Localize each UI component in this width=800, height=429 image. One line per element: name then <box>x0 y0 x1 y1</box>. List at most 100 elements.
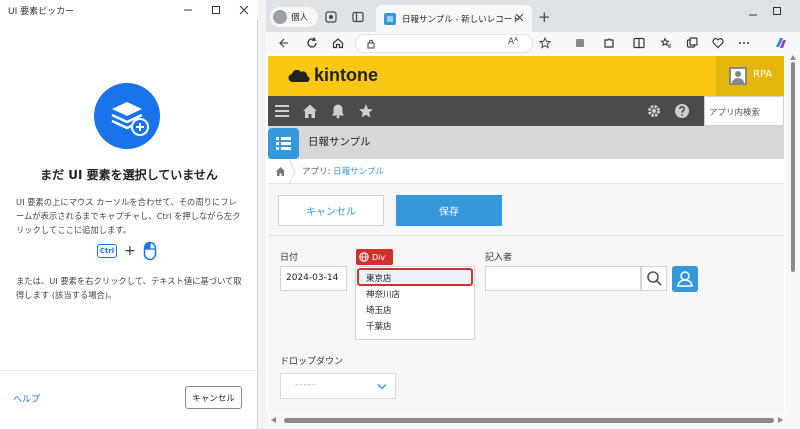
store-option-kanagawa[interactable]: 神奈川店 <box>366 288 400 300</box>
favorites-icon[interactable] <box>660 37 672 49</box>
scroll-left-icon[interactable] <box>271 417 276 423</box>
kintone-tab-favicon <box>384 12 396 25</box>
picker-titlebar: UI 要素ピッカー <box>0 0 258 20</box>
refresh-icon[interactable] <box>306 37 318 49</box>
dropdown-label: ドロップダウン <box>280 357 344 367</box>
minimize-button[interactable] <box>174 0 202 20</box>
user-avatar-icon <box>729 67 747 85</box>
picker-description: UI 要素の上にマウス カーソルを合わせて、その周りにフレームが表示されるまでキ… <box>16 197 241 235</box>
breadcrumb-prefix: アプリ: <box>302 167 334 177</box>
favorite-star-icon[interactable] <box>539 37 551 49</box>
chevron-down-icon <box>377 384 387 390</box>
ui-element-picker-window: UI 要素ピッカー まだ UI 要素を選択していません UI 要素の上にマウス … <box>0 0 258 429</box>
workspaces-icon[interactable] <box>325 11 337 23</box>
copilot-icon[interactable] <box>774 36 788 50</box>
menu-icon[interactable] <box>274 103 290 119</box>
kintone-nav-bar: アプリ内検索 <box>268 96 784 126</box>
record-action-bar: キャンセル 保存 <box>268 184 784 236</box>
picker-cancel-button[interactable]: キャンセル <box>185 386 242 409</box>
home-icon[interactable] <box>302 103 318 119</box>
kintone-page: kintone RPA アプリ内検索 日報サンプル アプリ: 日報サンプル キャ… <box>266 54 786 411</box>
profile-button[interactable]: 個人 <box>270 7 318 27</box>
browser-essentials-icon[interactable] <box>712 37 724 49</box>
tab-active[interactable]: 日報サンプル - 新しいレコード <box>376 5 532 32</box>
favorite-star-icon[interactable] <box>358 103 374 119</box>
user-name: RPA <box>753 69 773 80</box>
tab-close-icon[interactable] <box>515 13 524 22</box>
author-input[interactable] <box>485 266 641 291</box>
new-tab-button[interactable]: + <box>538 8 551 26</box>
app-list-icon[interactable] <box>268 128 299 159</box>
dropdown-select[interactable]: ----- <box>280 373 396 399</box>
site-info-icon[interactable] <box>366 39 376 49</box>
maximize-button[interactable] <box>202 0 230 20</box>
kintone-logo-text: kintone <box>314 65 379 85</box>
kintone-cloud-icon <box>288 69 310 82</box>
back-icon[interactable] <box>278 37 290 49</box>
help-link[interactable]: ヘルプ <box>13 392 40 405</box>
horizontal-scrollbar[interactable] <box>266 411 800 429</box>
record-cancel-button[interactable]: キャンセル <box>278 195 384 226</box>
app-title-bar: 日報サンプル <box>268 126 784 159</box>
user-menu[interactable]: RPA <box>716 56 784 96</box>
split-screen-icon[interactable] <box>633 37 645 49</box>
kintone-logo[interactable]: kintone <box>288 65 378 86</box>
date-field[interactable]: 2024-03-14 <box>280 266 347 291</box>
scroll-up-icon[interactable] <box>790 55 796 60</box>
breadcrumb-separator <box>288 159 296 184</box>
dropdown-value: ----- <box>295 380 317 390</box>
home-icon[interactable] <box>332 37 344 49</box>
author-label: 記入者 <box>485 253 513 263</box>
date-label: 日付 <box>280 253 299 263</box>
minimize-icon[interactable] <box>748 10 758 20</box>
store-option-saitama[interactable]: 埼玉店 <box>366 304 392 316</box>
footer-divider <box>0 370 258 371</box>
breadcrumb-home-icon[interactable] <box>275 166 286 177</box>
read-aloud-icon[interactable]: Aᴬ <box>508 37 518 47</box>
user-picker-button[interactable] <box>672 266 698 292</box>
extension-icon[interactable] <box>575 38 585 48</box>
collections-icon[interactable] <box>686 37 698 49</box>
tab-strip: 個人 日報サンプル - 新しいレコード + <box>266 0 800 32</box>
horizontal-scroll-thumb[interactable] <box>284 418 774 423</box>
mouse-left-click-icon <box>143 241 156 261</box>
element-hover-badge: Div <box>356 249 393 265</box>
tab-actions-icon[interactable] <box>352 11 364 23</box>
browser-toolbar: Aᴬ <box>266 32 800 54</box>
close-icon <box>239 5 249 15</box>
kintone-header: kintone RPA <box>268 56 784 96</box>
close-button[interactable] <box>230 0 258 20</box>
store-option-tokyo[interactable]: 東京店 <box>366 272 392 284</box>
help-icon[interactable] <box>674 103 690 119</box>
shortcut-hint: Ctrl + <box>97 241 157 261</box>
vertical-scrollbar[interactable] <box>786 54 800 411</box>
maximize-icon <box>212 6 220 14</box>
picker-heading: まだ UI 要素を選択していません <box>40 168 218 182</box>
app-search-input[interactable]: アプリ内検索 <box>704 96 784 126</box>
breadcrumb: アプリ: 日報サンプル <box>268 159 784 184</box>
app-title: 日報サンプル <box>308 136 371 148</box>
more-options-icon[interactable] <box>738 37 750 49</box>
picker-title: UI 要素ピッカー <box>8 7 75 17</box>
breadcrumb-app-link[interactable]: 日報サンプル <box>333 167 384 177</box>
record-save-button[interactable]: 保存 <box>396 195 502 226</box>
breadcrumb-text: アプリ: 日報サンプル <box>302 165 384 177</box>
store-radio-list: 東京店 神奈川店 埼玉店 千葉店 <box>355 266 475 340</box>
search-icon <box>647 271 662 286</box>
element-type-label: Div <box>372 252 386 262</box>
gear-icon[interactable] <box>646 103 662 119</box>
store-option-chiba[interactable]: 千葉店 <box>366 320 392 332</box>
puzzle-icon[interactable] <box>603 37 615 49</box>
browser-window: 個人 日報サンプル - 新しいレコード + Aᴬ kintone RPA アプリ… <box>266 0 800 429</box>
vertical-scroll-thumb[interactable] <box>791 62 795 272</box>
plus-sign: + <box>124 243 136 259</box>
tab-title: 日報サンプル - 新しいレコード <box>402 14 521 25</box>
address-bar[interactable] <box>355 34 533 53</box>
author-search-button[interactable] <box>641 266 667 291</box>
record-form: 日付 2024-03-14 Div 東京店 神奈川店 埼玉店 千葉店 記入者 ド… <box>268 236 784 411</box>
bell-icon[interactable] <box>330 103 346 119</box>
maximize-icon[interactable] <box>772 6 782 16</box>
picker-alt-description: または、UI 要素を右クリックして、テキスト値に基づいて取得します (該当する場… <box>16 276 242 300</box>
scroll-right-icon[interactable] <box>778 417 783 423</box>
layers-add-icon <box>94 83 160 149</box>
